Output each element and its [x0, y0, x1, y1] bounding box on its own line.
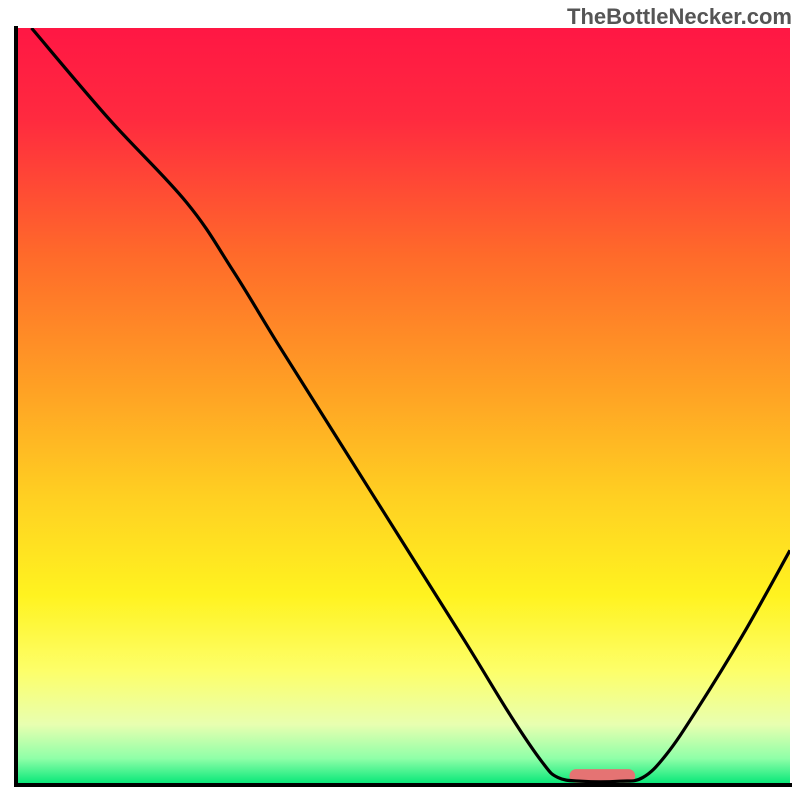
- bottleneck-chart: TheBottleNecker.com: [0, 0, 800, 800]
- watermark-text: TheBottleNecker.com: [567, 4, 792, 30]
- chart-svg: [0, 0, 800, 800]
